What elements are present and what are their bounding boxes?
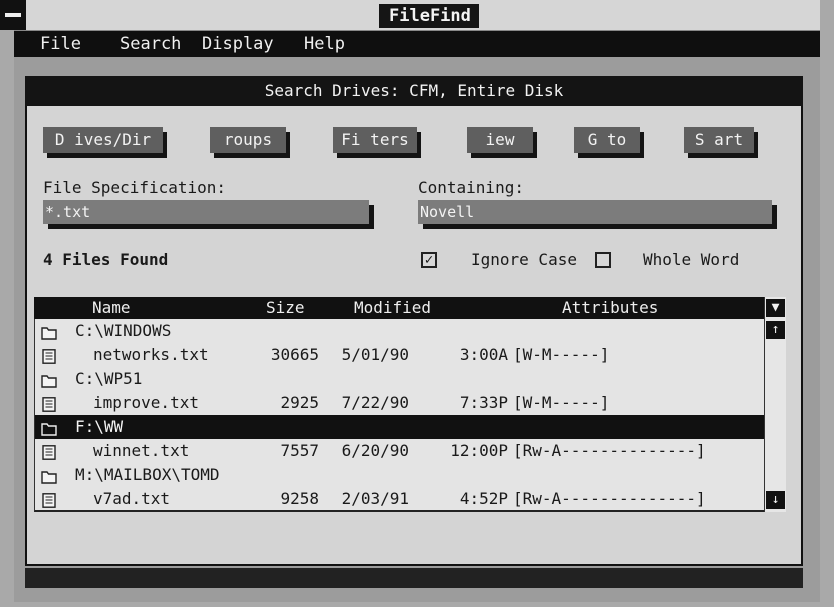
folder-row[interactable]: C:\WINDOWS <box>35 319 765 343</box>
column-name[interactable]: Name <box>92 297 131 319</box>
file-size: 9258 <box>280 489 319 508</box>
file-name: networks.txt <box>93 345 209 364</box>
file-row[interactable]: winnet.txt 7557 6/20/90 12:00P [Rw-A--------… <box>35 439 765 463</box>
folder-icon <box>41 371 57 388</box>
file-date: 2/03/91 <box>341 489 409 508</box>
minus-icon <box>5 13 21 17</box>
file-time: 7:33P <box>459 393 508 412</box>
system-menu-button[interactable] <box>0 0 26 30</box>
file-size: 30665 <box>270 345 319 364</box>
file-attributes: [W-M-----] <box>513 393 610 412</box>
folder-icon <box>41 323 57 340</box>
column-modified[interactable]: Modified <box>354 297 431 319</box>
containing-input[interactable]: Novell <box>418 200 772 224</box>
file-date: 5/01/90 <box>341 345 409 364</box>
folder-path: F:\WW <box>75 417 124 436</box>
folder-icon <box>41 419 57 436</box>
menu-bar: File Search Display Help <box>14 31 820 57</box>
file-name: winnet.txt <box>93 441 190 460</box>
filters-button[interactable]: Fi ters <box>333 127 417 153</box>
file-row[interactable]: improve.txt 2925 7/22/90 7:33P [W-M-----] <box>35 391 765 415</box>
vertical-scrollbar[interactable]: ▼ ↑ ↓ <box>764 297 786 512</box>
file-row[interactable]: v7ad.txt 9258 2/03/91 4:52P [Rw-A-----------… <box>35 487 765 511</box>
folder-row[interactable]: M:\MAILBOX\TOMD <box>35 463 765 487</box>
menu-file[interactable]: File <box>40 34 81 54</box>
file-time: 12:00P <box>450 441 508 460</box>
file-name: v7ad.txt <box>93 489 171 508</box>
whole-word-label: Whole Word <box>643 250 740 269</box>
containing-label: Containing: <box>418 178 524 197</box>
scroll-menu-down-icon[interactable]: ▼ <box>766 299 785 317</box>
file-size: 7557 <box>280 441 319 460</box>
dialog-title: Search Drives: CFM, Entire Disk <box>25 76 803 106</box>
menu-search[interactable]: Search <box>120 34 181 54</box>
file-date: 6/20/90 <box>341 441 409 460</box>
file-time: 4:52P <box>459 489 508 508</box>
folder-path: C:\WP51 <box>75 369 143 388</box>
whole-word-checkbox[interactable] <box>595 252 611 268</box>
folder-row[interactable]: F:\WW <box>35 415 765 439</box>
column-size[interactable]: Size <box>266 297 305 319</box>
file-spec-label: File Specification: <box>43 178 227 197</box>
file-spec-input[interactable]: *.txt <box>43 200 369 224</box>
file-name: improve.txt <box>93 393 199 412</box>
app-title: FileFind <box>379 4 479 28</box>
view-button[interactable]: iew <box>467 127 533 153</box>
dialog-bottom-strip <box>25 568 803 588</box>
document-icon <box>41 347 57 364</box>
folder-path: M:\MAILBOX\TOMD <box>75 465 220 484</box>
folder-icon <box>41 467 57 484</box>
menu-display[interactable]: Display <box>202 34 274 54</box>
ignore-case-checkbox[interactable]: ✓ <box>421 252 437 268</box>
column-attributes[interactable]: Attributes <box>562 297 658 319</box>
folder-row[interactable]: C:\WP51 <box>35 367 765 391</box>
folder-path: C:\WINDOWS <box>75 321 172 340</box>
drives-dir-button[interactable]: D ives/Dir <box>43 127 163 153</box>
ignore-case-label: Ignore Case <box>471 250 577 269</box>
goto-button[interactable]: G to <box>574 127 640 153</box>
file-date: 7/22/90 <box>341 393 409 412</box>
files-found-count: 4 Files Found <box>43 250 169 269</box>
scroll-down-arrow-icon[interactable]: ↓ <box>766 491 785 509</box>
scroll-up-arrow-icon[interactable]: ↑ <box>766 321 785 339</box>
file-size: 2925 <box>280 393 319 412</box>
file-attributes: [W-M-----] <box>513 345 610 364</box>
file-attributes: [Rw-A--------------] <box>513 441 706 460</box>
file-time: 3:00A <box>459 345 508 364</box>
document-icon <box>41 395 57 412</box>
results-list: C:\WINDOWS networks.txt 30665 5/01/90 3:00A [… <box>34 319 765 512</box>
list-header: Name Size Modified Attributes <box>34 297 764 319</box>
file-row[interactable]: networks.txt 30665 5/01/90 3:00A [W-M-----] <box>35 343 765 367</box>
start-button[interactable]: S art <box>684 127 754 153</box>
document-icon <box>41 491 57 508</box>
file-attributes: [Rw-A--------------] <box>513 489 706 508</box>
menu-help[interactable]: Help <box>304 34 345 54</box>
document-icon <box>41 443 57 460</box>
groups-button[interactable]: roups <box>210 127 286 153</box>
